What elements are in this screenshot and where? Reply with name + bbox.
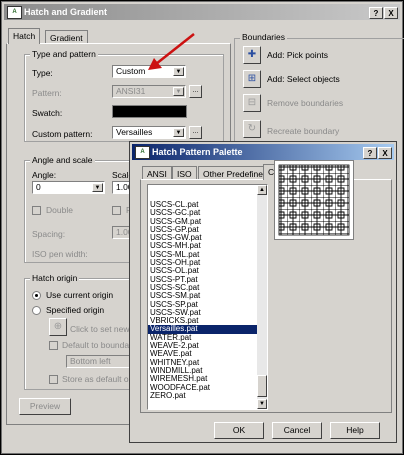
double-checkbox[interactable] xyxy=(32,206,41,215)
close-title-button[interactable]: X xyxy=(378,147,392,159)
click-to-set-origin-button[interactable]: ⊕ xyxy=(49,318,67,336)
custom-pattern-list[interactable]: USCS-CL.pat USCS-GC.pat USCS-GM.pat USCS… xyxy=(147,184,268,410)
help-button-label: Help xyxy=(346,425,364,435)
help-title-button[interactable]: ? xyxy=(363,147,377,159)
add-select-objects-label[interactable]: Add: Select objects xyxy=(267,74,340,84)
chevron-down-icon[interactable]: ▼ xyxy=(173,87,184,96)
remove-boundaries-label[interactable]: Remove boundaries xyxy=(267,98,343,108)
type-label: Type: xyxy=(32,68,53,78)
select-objects-icon[interactable]: ⊞ xyxy=(243,70,261,88)
type-dropdown-value: Custom xyxy=(116,66,146,76)
specified-origin-radio[interactable] xyxy=(32,306,41,315)
use-current-origin-radio[interactable] xyxy=(32,291,41,300)
store-default-checkbox[interactable] xyxy=(49,375,58,384)
red-arrow-annotation xyxy=(148,33,195,70)
default-boundary-checkbox[interactable] xyxy=(49,341,58,350)
ok-button-label: OK xyxy=(232,425,246,435)
double-label: Double xyxy=(46,205,73,215)
bottom-left-dropdown[interactable]: Bottom left xyxy=(66,355,136,368)
tab-iso[interactable]: ISO xyxy=(172,166,197,180)
tab-other-predefined[interactable]: Other Predefined xyxy=(198,166,273,180)
angle-scale-group-title: Angle and scale xyxy=(30,155,95,165)
pattern-dropdown[interactable]: ANSI31 ▼ xyxy=(112,85,186,98)
relative-checkbox[interactable] xyxy=(112,206,121,215)
help-title-button[interactable]: ? xyxy=(369,7,383,19)
chevron-down-icon[interactable]: ▼ xyxy=(173,128,184,137)
help-button[interactable]: Help xyxy=(330,422,380,439)
palette-dialog-title: Hatch Pattern Palette xyxy=(152,147,243,157)
add-pick-points-label[interactable]: Add: Pick points xyxy=(267,50,328,60)
pattern-list-items: USCS-CL.pat USCS-GC.pat USCS-GM.pat USCS… xyxy=(148,185,267,400)
custom-pattern-dropdown[interactable]: Versailles ▼ xyxy=(112,126,186,139)
cancel-button[interactable]: Cancel xyxy=(272,422,322,439)
custom-pattern-browse-button[interactable]: ... xyxy=(189,126,202,139)
boundaries-group-title: Boundaries xyxy=(240,32,288,42)
tab-ansi[interactable]: ANSI xyxy=(142,166,172,180)
custom-pattern-value: Versailles xyxy=(116,127,153,137)
versailles-pattern-preview-icon xyxy=(278,164,350,236)
scroll-down-icon[interactable]: ▼ xyxy=(257,399,267,409)
main-title-bar[interactable]: A Hatch and Gradient ? X xyxy=(4,4,400,20)
autocad-app-icon: A xyxy=(135,146,150,159)
custom-pattern-label: Custom pattern: xyxy=(32,129,93,139)
pattern-browse-button[interactable]: ... xyxy=(189,85,202,98)
hatch-origin-group-title: Hatch origin xyxy=(30,273,80,283)
type-pattern-group-title: Type and pattern xyxy=(30,49,98,59)
preview-button[interactable]: Preview xyxy=(19,398,71,415)
chevron-down-icon[interactable]: ▼ xyxy=(92,183,103,192)
angle-value: 0 xyxy=(36,182,41,192)
scroll-thumb[interactable] xyxy=(257,375,267,397)
remove-boundaries-icon[interactable]: ⊟ xyxy=(243,94,261,112)
recreate-boundary-label[interactable]: Recreate boundary xyxy=(267,126,339,136)
specified-origin-label: Specified origin xyxy=(46,305,105,315)
close-title-button[interactable]: X xyxy=(384,7,398,19)
spacing-label: Spacing: xyxy=(32,229,66,239)
preview-button-label: Preview xyxy=(29,401,61,411)
recreate-boundary-icon[interactable]: ↻ xyxy=(243,120,261,138)
pattern-label: Pattern: xyxy=(32,88,62,98)
tab-gradient[interactable]: Gradient xyxy=(45,30,88,44)
cancel-button-label: Cancel xyxy=(283,425,311,435)
use-current-origin-label: Use current origin xyxy=(46,290,114,300)
pattern-dropdown-value: ANSI31 xyxy=(116,86,146,96)
tab-hatch[interactable]: Hatch xyxy=(8,28,41,44)
angle-label: Angle: xyxy=(32,170,57,180)
scroll-up-icon[interactable]: ▲ xyxy=(257,185,267,195)
main-dialog-title: Hatch and Gradient xyxy=(24,7,108,17)
autocad-app-icon: A xyxy=(7,6,22,19)
palette-title-bar[interactable]: A Hatch Pattern Palette ? X xyxy=(132,144,394,160)
ok-button[interactable]: OK xyxy=(214,422,264,439)
pattern-preview xyxy=(274,160,354,240)
list-item[interactable]: ZERO.pat xyxy=(148,391,267,400)
hatch-pattern-palette-dialog: A Hatch Pattern Palette ? X ANSI ISO Oth… xyxy=(129,141,397,443)
swatch-box[interactable] xyxy=(112,105,187,118)
angle-dropdown[interactable]: 0 ▼ xyxy=(32,181,105,194)
swatch-label: Swatch: xyxy=(32,108,63,118)
list-scrollbar[interactable]: ▲ ▼ xyxy=(257,185,267,409)
pick-points-icon[interactable]: ✚ xyxy=(243,46,261,64)
iso-pen-width-label: ISO pen width: xyxy=(32,249,88,259)
bottom-left-value: Bottom left xyxy=(70,356,111,366)
